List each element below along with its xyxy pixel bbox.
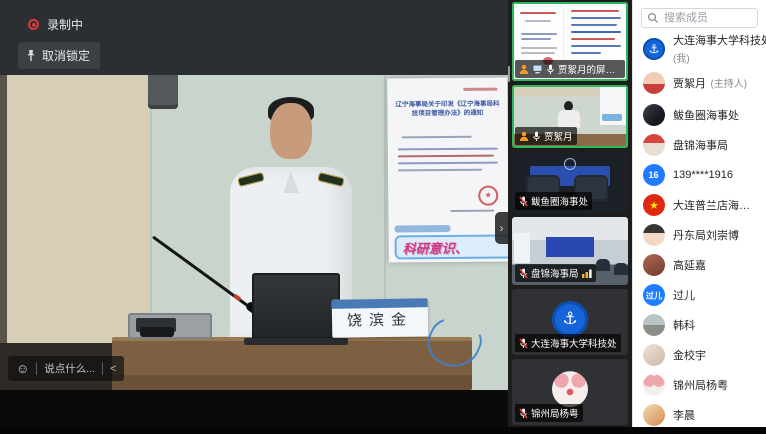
wall-speaker xyxy=(148,75,178,109)
member-row[interactable]: 丹东局刘崇博 xyxy=(633,220,766,250)
main-stage: 录制中 取消锁定 辽宁海事局关于印发《辽宁海事局科技项目管理办法》的通知 xyxy=(0,0,508,434)
member-row[interactable]: 贾絮月 (主持人) xyxy=(633,66,766,100)
video-thumbnail-strip: 贾絮月的屏幕... 贾絮月 鲅鱼圈海事处 xyxy=(508,0,632,434)
thumbnail-participant[interactable]: 盘锦海事局 xyxy=(512,217,628,285)
search-icon xyxy=(647,12,659,24)
thumbnail-screen-share[interactable]: 贾絮月的屏幕... xyxy=(512,2,628,81)
member-row[interactable]: 韩科 xyxy=(633,310,766,340)
slide-banner: 科研意识、 xyxy=(395,234,508,259)
mic-icon xyxy=(546,64,555,75)
recording-label: 录制中 xyxy=(47,16,83,33)
avatar xyxy=(643,404,665,426)
member-role: (主持人) xyxy=(710,79,747,90)
university-logo-icon: ⚓ xyxy=(552,301,588,337)
screen-share-icon xyxy=(532,64,543,74)
unpin-label: 取消锁定 xyxy=(42,47,90,64)
avatar xyxy=(643,314,665,336)
projected-document-title: 辽宁海事局关于印发《辽宁海事局科技项目管理办法》的通知 xyxy=(395,100,499,119)
presenter-icon xyxy=(519,131,529,141)
member-row[interactable]: 16 139****1916 xyxy=(633,160,766,190)
thumbnail-participant[interactable]: 鲅鱼圈海事处 xyxy=(512,152,628,213)
speaker-face xyxy=(270,103,312,159)
name-plate-text: 饶滨金 xyxy=(332,307,428,336)
avatar xyxy=(643,72,665,94)
projection-screen: 辽宁海事局关于印发《辽宁海事局科技项目管理办法》的通知 ★ 科研意识、 xyxy=(387,77,508,262)
member-row[interactable]: ★ 大连普兰店海事处 xyxy=(633,190,766,220)
avatar: 16 xyxy=(643,164,665,186)
university-logo-avatar: ⚓ xyxy=(643,38,665,60)
pinned-video-feed: 辽宁海事局关于印发《辽宁海事局科技项目管理办法》的通知 ★ 科研意识、 xyxy=(0,75,508,390)
avatar xyxy=(643,224,665,246)
flag-avatar: ★ xyxy=(643,194,665,216)
thumbnail-label: 大连海事大学科技处 xyxy=(531,336,617,350)
presenter-icon xyxy=(519,64,529,74)
chat-quick-bar[interactable]: ☺ 说点什么... < xyxy=(8,356,124,381)
record-icon xyxy=(28,19,39,30)
mic-muted-icon xyxy=(519,338,528,349)
chat-input-hint[interactable]: 说点什么... xyxy=(44,361,95,376)
mouse-avatar xyxy=(643,374,665,396)
avatar: 过儿 xyxy=(643,284,665,306)
window-bottom-edge xyxy=(0,427,766,434)
member-row[interactable]: 过儿 过儿 xyxy=(633,280,766,310)
avatar xyxy=(643,344,665,366)
member-role: (我) xyxy=(673,54,690,65)
unpin-button[interactable]: 取消锁定 xyxy=(18,42,100,69)
mouse-avatar xyxy=(552,371,588,407)
projected-toolbar xyxy=(394,225,450,232)
network-signal-icon xyxy=(582,269,592,278)
thumbnail-host-video[interactable]: 贾絮月 xyxy=(512,85,628,148)
emoji-icon[interactable]: ☺ xyxy=(16,361,29,376)
thumbnail-label: 锦州局杨粤 xyxy=(531,406,579,420)
member-row[interactable]: 金校宇 xyxy=(633,340,766,370)
mic-muted-icon xyxy=(519,408,528,419)
members-panel: ⚓ 大连海事大学科技处 (我) 贾絮月 (主持人) 鲅鱼圈海事处 盘锦海事局 1… xyxy=(632,0,766,434)
mic-muted-icon xyxy=(519,268,528,279)
thumbnail-participant[interactable]: 锦州局杨粤 xyxy=(512,359,628,425)
thumbnail-label: 鲅鱼圈海事处 xyxy=(531,194,588,208)
thumbnail-participant[interactable]: ⚓ 大连海事大学科技处 xyxy=(512,289,628,355)
avatar xyxy=(643,254,665,276)
mic-muted-icon xyxy=(519,196,528,207)
member-row[interactable]: 高延嘉 xyxy=(633,250,766,280)
member-row[interactable]: 李晨 xyxy=(633,400,766,430)
member-row[interactable]: ⚓ 大连海事大学科技处 (我) xyxy=(633,32,766,66)
slide-banner-text: 科研意识、 xyxy=(403,237,468,257)
recording-indicator: 录制中 xyxy=(28,16,83,33)
thumbnail-label: 贾絮月的屏幕... xyxy=(558,62,621,76)
avatar xyxy=(643,104,665,126)
desk-name-plate: 饶滨金 xyxy=(332,298,429,338)
chat-collapse-icon[interactable]: < xyxy=(110,363,116,375)
avatar xyxy=(643,134,665,156)
pin-icon xyxy=(26,50,36,62)
mic-icon xyxy=(532,131,541,142)
red-seal: ★ xyxy=(478,186,498,206)
laptop xyxy=(252,273,340,339)
thumbnail-label: 盘锦海事局 xyxy=(531,266,579,280)
panel-toggle-handle[interactable]: › xyxy=(495,212,508,244)
meeting-app-window: 录制中 取消锁定 辽宁海事局关于印发《辽宁海事局科技项目管理办法》的通知 xyxy=(0,0,766,434)
member-row[interactable]: 盘锦海事局 xyxy=(633,130,766,160)
member-row[interactable]: 锦州局杨粤 xyxy=(633,370,766,400)
member-row[interactable]: 鲅鱼圈海事处 xyxy=(633,100,766,130)
strip-scrollbar[interactable] xyxy=(508,66,510,82)
thumbnail-label: 贾絮月 xyxy=(544,129,573,143)
member-list: ⚓ 大连海事大学科技处 (我) 贾絮月 (主持人) 鲅鱼圈海事处 盘锦海事局 1… xyxy=(633,32,766,430)
